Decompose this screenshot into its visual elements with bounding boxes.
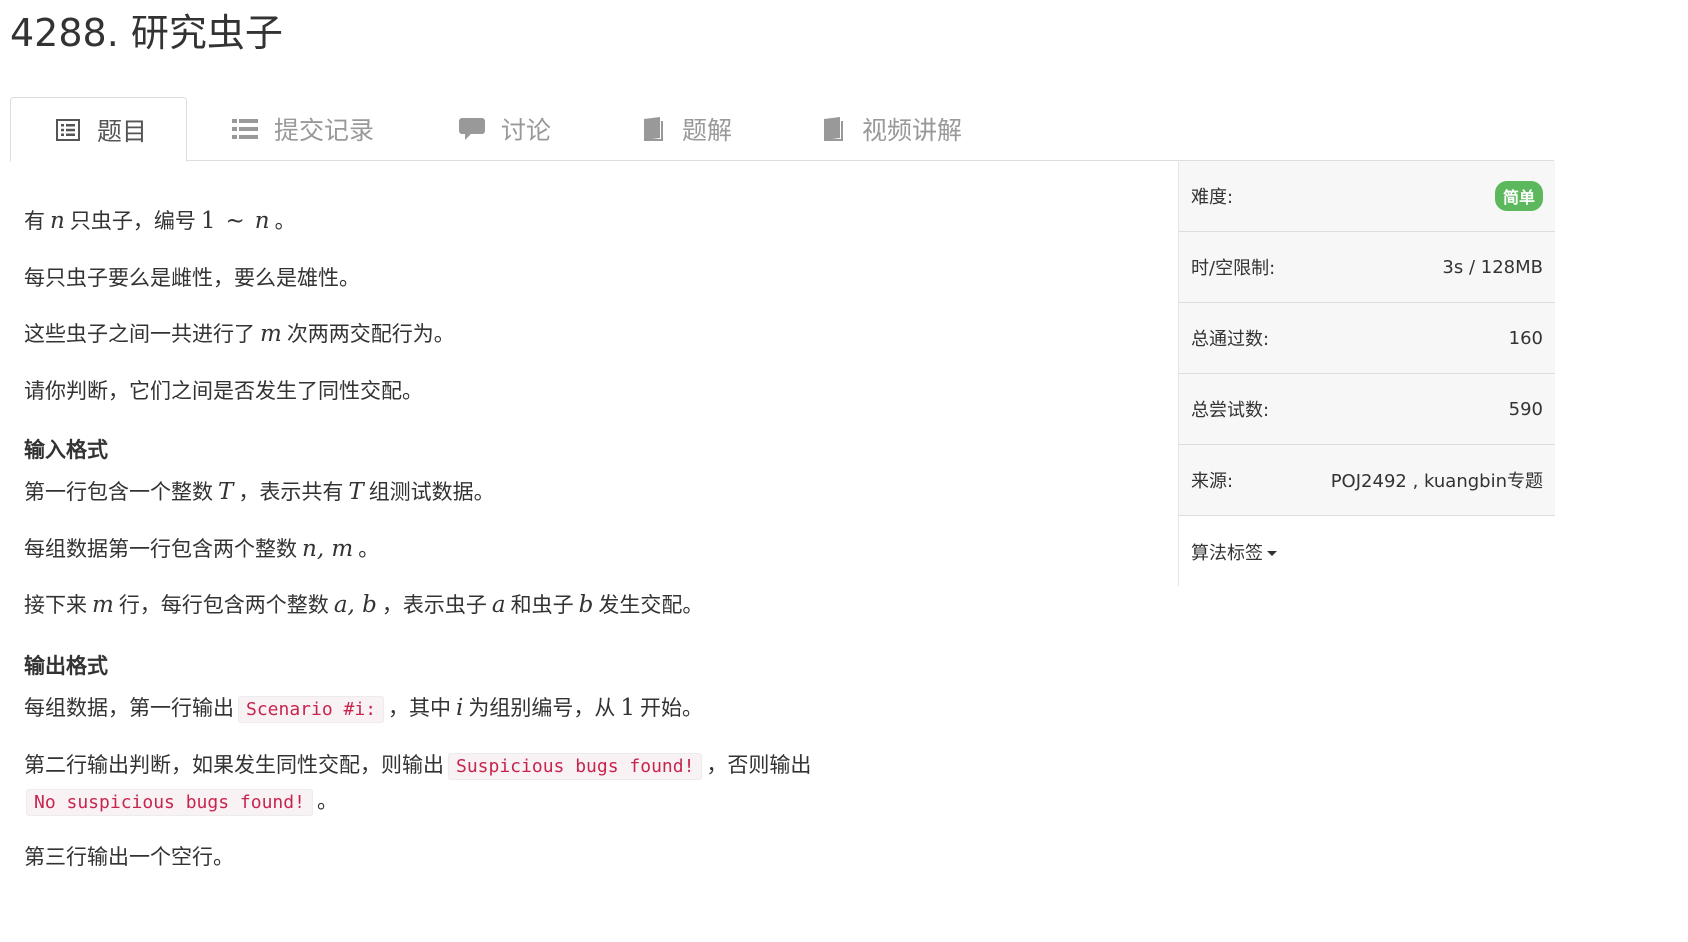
algorithm-tags-label: 算法标签 xyxy=(1191,542,1263,564)
output-format-heading: 输出格式 xyxy=(24,654,108,678)
problem-info-panel: 难度: 简单 时/空限制: 3s / 128MB 总通过数: 160 总尝试数:… xyxy=(1178,160,1555,587)
list-icon xyxy=(232,116,258,142)
source-row: 来源: POJ2492 , kuangbin专题 xyxy=(1179,445,1555,516)
attempts-row: 总尝试数: 590 xyxy=(1179,374,1555,445)
description-paragraph: 每只虫子要么是雌性，要么是雄性。 xyxy=(24,266,360,290)
input-format-line: 第一行包含一个整数 T ，表示共有 T 组测试数据。 xyxy=(24,479,495,505)
difficulty-label: 难度: xyxy=(1191,187,1234,208)
tab-problem[interactable]: 题目 xyxy=(10,97,187,162)
source-value: POJ2492 , kuangbin专题 xyxy=(1330,471,1543,492)
algorithm-tags-row: 算法标签 xyxy=(1179,516,1555,587)
tab-bar: 题目 提交记录 讨论 题解 视频讲解 xyxy=(10,97,1554,162)
accepted-row: 总通过数: 160 xyxy=(1179,303,1555,374)
inline-code: Suspicious bugs found! xyxy=(448,753,703,780)
list-alt-icon xyxy=(55,117,81,143)
inline-code: No suspicious bugs found! xyxy=(26,789,313,816)
inline-code: Scenario #i: xyxy=(238,696,385,723)
tab-solutions-label: 题解 xyxy=(682,116,733,145)
tab-submissions-label: 提交记录 xyxy=(274,116,375,145)
page-title: 4288. 研究虫子 xyxy=(10,11,283,55)
input-format-heading: 输入格式 xyxy=(24,438,108,462)
limits-row: 时/空限制: 3s / 128MB xyxy=(1179,232,1555,303)
input-format-line: 接下来 m 行，每行包含两个整数 a, b ，表示虫子 a 和虫子 b 发生交配。 xyxy=(24,592,704,618)
tab-problem-label: 题目 xyxy=(97,116,148,146)
description-paragraph: 这些虫子之间一共进行了 m 次两两交配行为。 xyxy=(24,321,455,347)
difficulty-badge: 简单 xyxy=(1494,181,1543,211)
description-paragraph: 有 n 只虫子，编号 1 ∼ n。 xyxy=(24,208,296,234)
difficulty-row: 难度: 简单 xyxy=(1179,161,1555,232)
book-icon xyxy=(640,116,666,142)
source-label: 来源: xyxy=(1191,471,1234,492)
accepted-value: 160 xyxy=(1508,327,1543,349)
output-format-line: No suspicious bugs found!。 xyxy=(24,785,338,816)
output-format-line: 第三行输出一个空行。 xyxy=(24,845,234,869)
limits-value: 3s / 128MB xyxy=(1442,256,1543,278)
comment-icon xyxy=(459,116,485,142)
attempts-label: 总尝试数: xyxy=(1191,400,1270,421)
input-format-line: 每组数据第一行包含两个整数 n, m。 xyxy=(24,536,380,562)
tab-discussion-label: 讨论 xyxy=(501,116,552,145)
description-paragraph: 请你判断，它们之间是否发生了同性交配。 xyxy=(24,379,423,403)
attempts-value: 590 xyxy=(1508,398,1543,420)
tab-video-label: 视频讲解 xyxy=(862,116,963,145)
tab-submissions[interactable]: 提交记录 xyxy=(232,97,374,161)
accepted-label: 总通过数: xyxy=(1191,329,1270,350)
caret-down-icon xyxy=(1267,551,1277,556)
tab-discussion[interactable]: 讨论 xyxy=(459,97,551,161)
tab-video[interactable]: 视频讲解 xyxy=(820,97,962,161)
book-icon xyxy=(820,116,846,142)
output-format-line: 每组数据，第一行输出 Scenario #i: ，其中 i 为组别编号，从 1 开始。 xyxy=(24,695,704,723)
output-format-line: 第二行输出判断，如果发生同性交配，则输出 Suspicious bugs foun… xyxy=(24,749,811,780)
limits-label: 时/空限制: xyxy=(1191,258,1276,279)
tab-solutions[interactable]: 题解 xyxy=(640,97,732,161)
algorithm-tags-toggle[interactable]: 算法标签 xyxy=(1191,539,1277,565)
